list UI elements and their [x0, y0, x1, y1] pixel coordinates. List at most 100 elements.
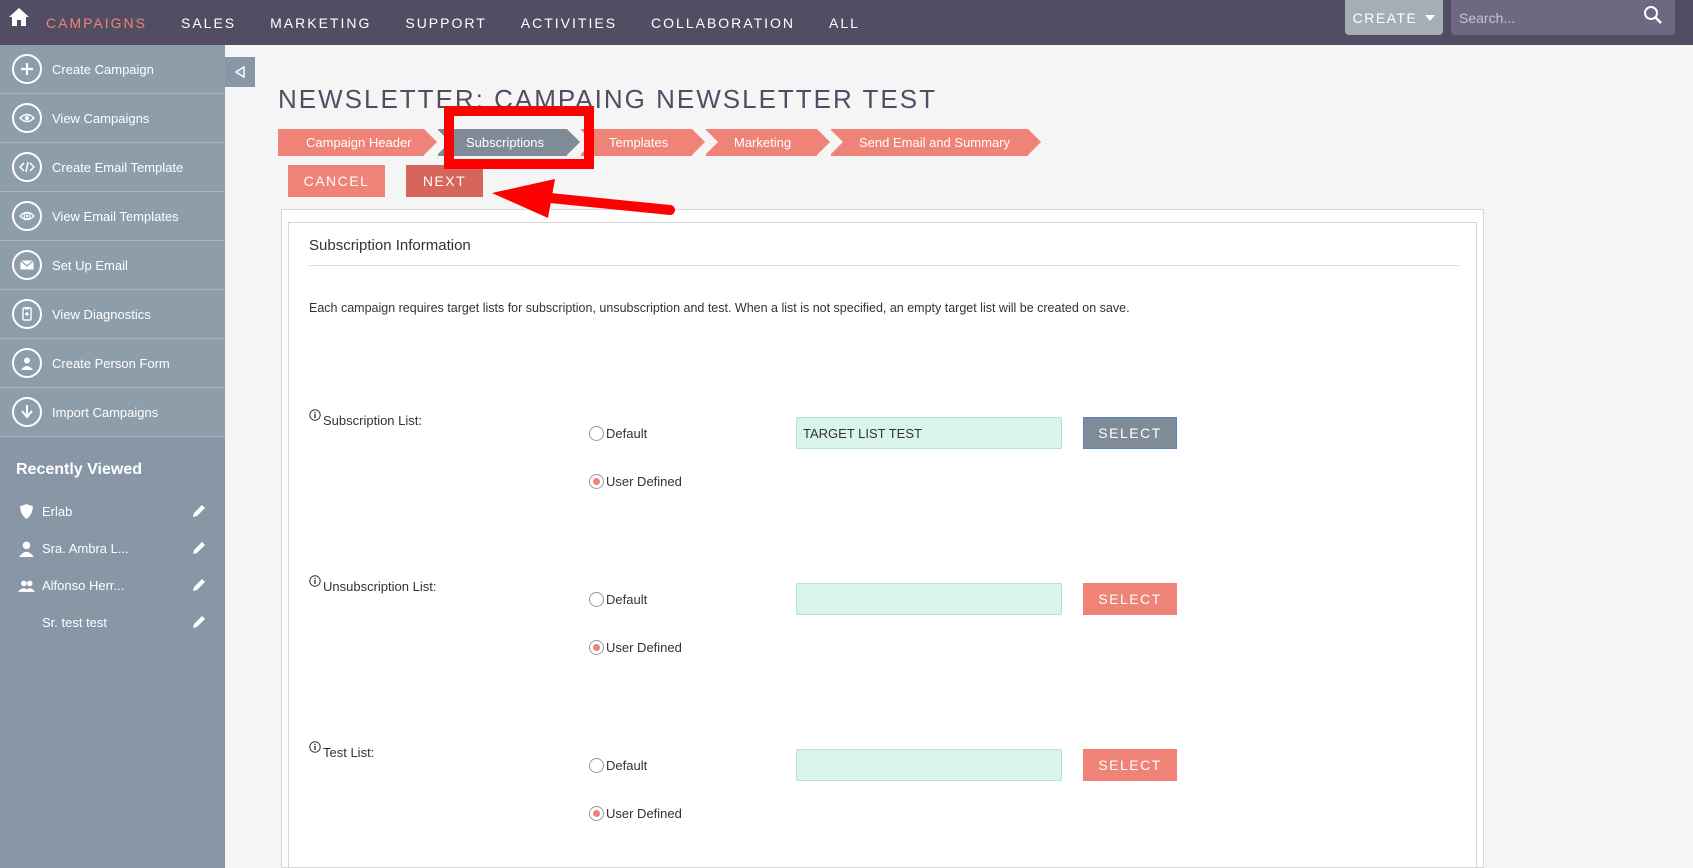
test-list-label: Test List:	[309, 741, 375, 760]
test-user-defined-radio[interactable]: User Defined	[589, 806, 682, 821]
sidebar-item-label: View Email Templates	[52, 208, 179, 224]
row-label-text: Subscription List:	[323, 413, 422, 428]
radio-circle[interactable]	[589, 426, 604, 441]
sidebar-item-view-campaigns[interactable]: View Campaigns	[0, 94, 225, 143]
panel-heading: Subscription Information	[309, 237, 471, 254]
sidebar-item-label: Import Campaigns	[52, 404, 159, 420]
main-nav: CAMPAIGNS SALES MARKETING SUPPORT ACTIVI…	[46, 0, 894, 45]
test-default-radio[interactable]: Default	[589, 758, 647, 773]
sidebar-item-label: Create Person Form	[52, 355, 170, 371]
nav-collaboration[interactable]: COLLABORATION	[651, 15, 795, 31]
pencil-icon[interactable]	[191, 614, 207, 630]
nav-sales[interactable]: SALES	[181, 15, 236, 31]
recent-item-erlab[interactable]: Erlab	[0, 493, 225, 530]
nav-marketing[interactable]: MARKETING	[270, 15, 371, 31]
step-marketing[interactable]: Marketing	[705, 129, 830, 156]
caret-down-icon	[1425, 14, 1436, 21]
envelope-icon	[12, 250, 42, 280]
search-box	[1451, 0, 1675, 35]
sidebar-item-label: View Diagnostics	[52, 306, 151, 322]
page-title: NEWSLETTER: CAMPAING NEWSLETTER TEST	[278, 84, 937, 114]
unsubscription-select-button[interactable]: SELECT	[1083, 583, 1177, 615]
sidebar-collapse-button[interactable]	[225, 57, 255, 87]
recently-viewed-heading: Recently Viewed	[16, 461, 142, 478]
radio-label: Default	[606, 592, 648, 607]
radio-label: User Defined	[606, 474, 682, 489]
step-campaign-header[interactable]: Campaign Header	[278, 129, 437, 156]
pencil-icon[interactable]	[191, 540, 207, 556]
sidebar-item-set-up-email[interactable]: Set Up Email	[0, 241, 225, 290]
nav-activities[interactable]: ACTIVITIES	[521, 15, 617, 31]
plus-icon	[12, 54, 42, 84]
sidebar-item-label: Set Up Email	[52, 257, 128, 273]
radio-circle[interactable]	[589, 592, 604, 607]
step-templates[interactable]: Templates	[580, 129, 705, 156]
download-icon	[12, 397, 42, 427]
create-label: CREATE	[1352, 9, 1418, 26]
sidebar-item-label: View Campaigns	[52, 110, 150, 126]
step-label: Send Email and Summary	[859, 135, 1011, 150]
next-button[interactable]: NEXT	[406, 165, 483, 197]
unsubscription-default-radio[interactable]: Default	[589, 592, 647, 607]
recent-item-label: Alfonso Herr...	[42, 578, 125, 593]
eye-icon	[12, 103, 42, 133]
nav-all[interactable]: ALL	[829, 15, 860, 31]
subscription-list-label: Subscription List:	[309, 409, 422, 428]
subscription-select-button[interactable]: SELECT	[1083, 417, 1177, 449]
sidebar-item-create-email-template[interactable]: Create Email Template	[0, 143, 225, 192]
sidebar-item-view-email-templates[interactable]: View Email Templates	[0, 192, 225, 241]
create-dropdown-button[interactable]: CREATE	[1345, 0, 1443, 35]
home-icon[interactable]	[7, 5, 31, 29]
recent-item-sr-test[interactable]: Sr. test test	[0, 604, 225, 641]
sidebar-item-view-diagnostics[interactable]: View Diagnostics	[0, 290, 225, 339]
radio-label: Default	[606, 426, 648, 441]
nav-campaigns[interactable]: CAMPAIGNS	[46, 15, 147, 31]
sidebar-item-create-campaign[interactable]: Create Campaign	[0, 45, 225, 94]
recent-item-label: Sra. Ambra L...	[42, 541, 129, 556]
user-icon	[16, 540, 36, 558]
sidebar-item-create-person-form[interactable]: Create Person Form	[0, 339, 225, 388]
triangle-left-icon	[234, 65, 245, 79]
search-icon[interactable]	[1641, 3, 1665, 27]
step-label: Marketing	[734, 135, 792, 150]
radio-label: Default	[606, 758, 648, 773]
pencil-icon[interactable]	[191, 503, 207, 519]
annotation-arrow	[492, 179, 675, 218]
users-icon	[16, 577, 36, 595]
radio-circle[interactable]	[589, 474, 604, 489]
blank-icon	[16, 614, 36, 632]
radio-circle[interactable]	[589, 758, 604, 773]
row-label-text: Test List:	[323, 745, 375, 760]
step-label: Templates	[609, 135, 669, 150]
top-navigation-bar: CAMPAIGNS SALES MARKETING SUPPORT ACTIVI…	[0, 0, 1693, 45]
row-label-text: Unsubscription List:	[323, 579, 437, 594]
pencil-icon[interactable]	[191, 577, 207, 593]
info-icon[interactable]	[309, 741, 321, 753]
sidebar: Create Campaign View Campaigns Create Em…	[0, 45, 225, 868]
nav-support[interactable]: SUPPORT	[405, 15, 486, 31]
subscription-default-radio[interactable]: Default	[589, 426, 647, 441]
radio-circle[interactable]	[589, 640, 604, 655]
subscription-list-field[interactable]	[796, 417, 1062, 449]
step-label: Campaign Header	[306, 135, 412, 150]
step-send-email-summary[interactable]: Send Email and Summary	[830, 129, 1041, 156]
divider	[309, 265, 1459, 266]
subscription-user-defined-radio[interactable]: User Defined	[589, 474, 682, 489]
shield-icon	[16, 503, 36, 521]
test-list-field[interactable]	[796, 749, 1062, 781]
sidebar-item-import-campaigns[interactable]: Import Campaigns	[0, 388, 225, 437]
cancel-button[interactable]: CANCEL	[288, 165, 385, 197]
info-icon[interactable]	[309, 575, 321, 587]
search-input[interactable]	[1459, 7, 1634, 29]
recent-item-label: Erlab	[42, 504, 73, 519]
unsubscription-list-field[interactable]	[796, 583, 1062, 615]
info-icon[interactable]	[309, 409, 321, 421]
recent-item-alfonso[interactable]: Alfonso Herr...	[0, 567, 225, 604]
unsubscription-user-defined-radio[interactable]: User Defined	[589, 640, 682, 655]
sidebar-item-label: Create Campaign	[52, 61, 154, 77]
radio-circle[interactable]	[589, 806, 604, 821]
test-select-button[interactable]: SELECT	[1083, 749, 1177, 781]
unsubscription-list-label: Unsubscription List:	[309, 575, 437, 594]
recent-item-ambra[interactable]: Sra. Ambra L...	[0, 530, 225, 567]
radio-label: User Defined	[606, 806, 682, 821]
